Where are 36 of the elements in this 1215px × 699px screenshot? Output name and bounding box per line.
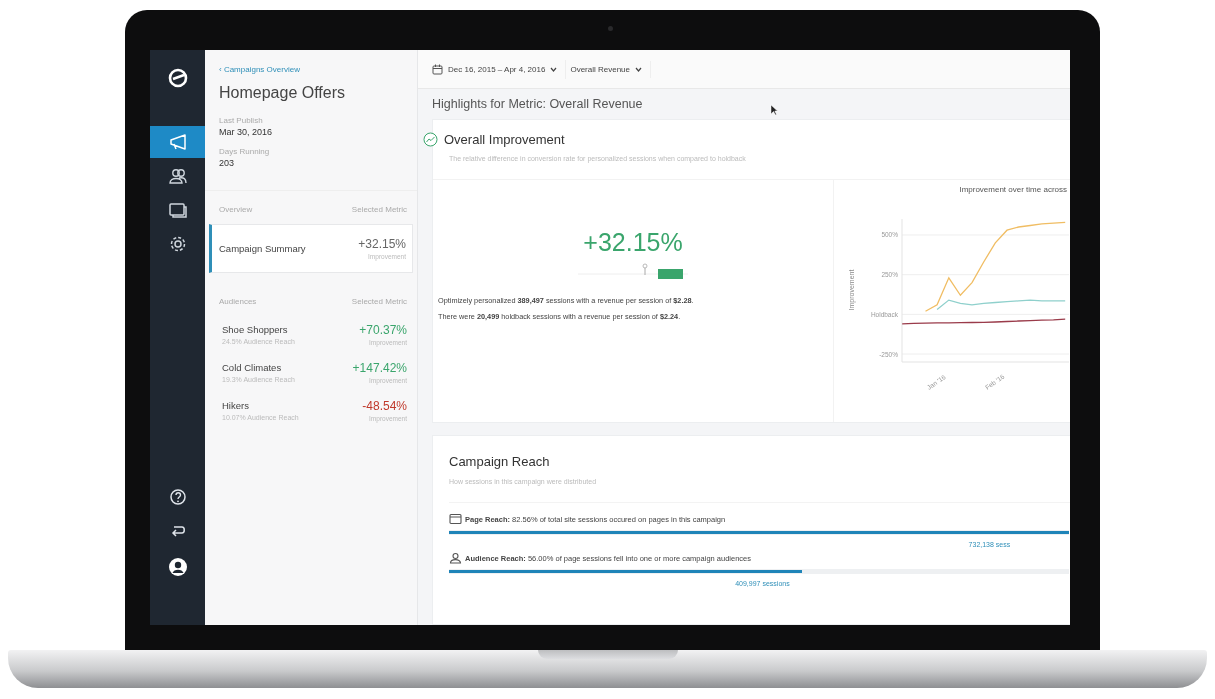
chevron-down-icon (635, 66, 642, 72)
screens-icon (167, 200, 188, 220)
card-title: Campaign Reach (449, 454, 550, 469)
calendar-icon (432, 63, 443, 75)
mouse-cursor-icon (770, 104, 778, 116)
metric-value: +147.42% (352, 361, 407, 375)
megaphone-icon (167, 132, 188, 152)
item-name: Hikers (222, 400, 250, 411)
item-name: Cold Climates (222, 362, 283, 373)
section-heading: Audiences (219, 297, 257, 306)
metric-dropdown[interactable]: Overall Revenue (570, 60, 651, 78)
browser-window-icon (449, 513, 462, 525)
chart-title: Improvement over time across (959, 185, 1067, 194)
fact-value: Mar 30, 2016 (219, 127, 273, 137)
item-name: Campaign Summary (219, 243, 306, 254)
improvement-value: +32.15% (583, 228, 683, 257)
fact-label: Last Publish (219, 116, 263, 125)
column-heading: Selected Metric (351, 205, 407, 214)
webcam-icon (607, 26, 613, 31)
fact-value: 203 (219, 158, 235, 168)
card-title: Overall Improvement (444, 132, 565, 147)
section-heading: Overview (219, 205, 253, 214)
fact-label: Days Running (219, 147, 270, 156)
column-heading: Selected Metric (351, 297, 407, 306)
campaign-title: Homepage Offers (219, 84, 345, 102)
back-link[interactable]: ‹ Campaigns Overview (219, 65, 300, 74)
section-title: Highlights for Metric: Overall Revenue (432, 97, 643, 111)
people-icon (449, 552, 462, 564)
date-range-dropdown[interactable]: Dec 16, 2015 – Apr 4, 2016 (432, 59, 567, 79)
chevron-down-icon (550, 66, 558, 72)
people-icon (167, 166, 188, 186)
metric-value: +70.37% (359, 323, 407, 337)
logo-icon[interactable] (167, 68, 188, 88)
metric-value: +32.15% (358, 237, 406, 251)
item-name: Shoe Shoppers (222, 324, 289, 335)
metric-value: -48.54% (362, 399, 407, 413)
